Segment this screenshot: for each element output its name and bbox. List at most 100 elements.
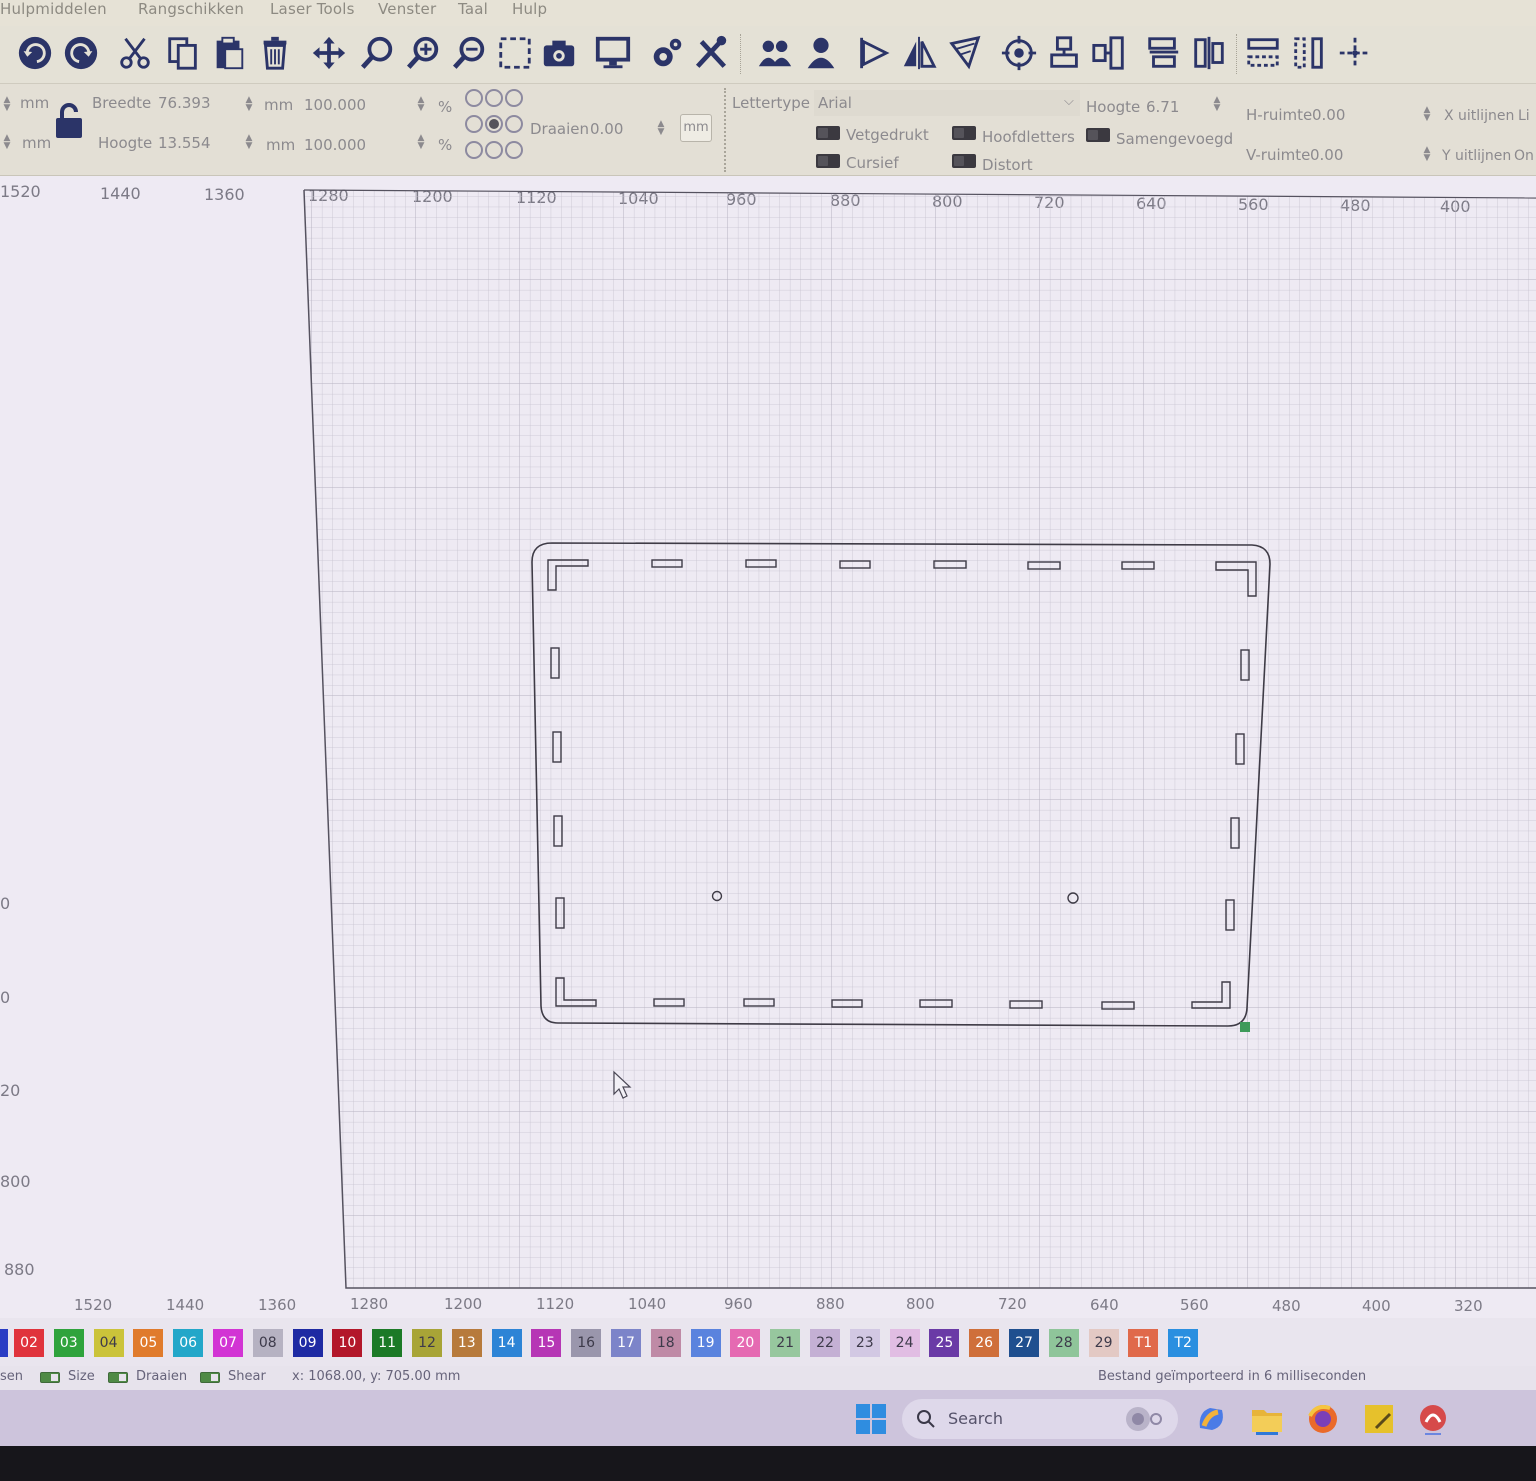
palette-swatch[interactable]: 29 [1088, 1329, 1119, 1357]
spin-arrows-icon[interactable]: ▲ ▼ [1422, 146, 1432, 164]
taskbar-search[interactable]: Search [902, 1399, 1178, 1439]
redo-icon[interactable] [60, 30, 102, 76]
align-center-icon[interactable] [1044, 30, 1086, 76]
spin-arrows-icon[interactable]: ▲ ▼ [416, 134, 426, 152]
palette-swatch[interactable]: 03 [53, 1329, 84, 1357]
shear-toggle[interactable] [200, 1372, 220, 1383]
palette-swatch[interactable]: 28 [1048, 1329, 1079, 1357]
selection-handle[interactable] [1240, 1022, 1250, 1032]
cut-icon[interactable] [114, 30, 156, 76]
menu-hulp[interactable]: Hulp [512, 0, 547, 18]
palette-swatch[interactable]: 06 [173, 1329, 204, 1357]
font-select[interactable]: Arial [814, 90, 1080, 116]
palette-swatch[interactable]: 04 [93, 1329, 124, 1357]
align-middle-icon[interactable] [1188, 30, 1230, 76]
select-frame-icon[interactable] [494, 30, 536, 76]
camera-icon[interactable] [538, 30, 580, 76]
unit-toggle-button[interactable]: mm [680, 114, 712, 142]
lock-icon[interactable] [54, 102, 84, 140]
undo-icon[interactable] [14, 30, 56, 76]
copilot-icon[interactable] [1194, 1402, 1228, 1436]
palette-swatch[interactable]: 27 [1009, 1329, 1039, 1357]
ungroup-icon[interactable] [800, 30, 842, 76]
distort-checkbox[interactable] [952, 154, 976, 168]
palette-swatch[interactable]: 20 [730, 1329, 761, 1357]
palette-swatch[interactable]: 17 [611, 1329, 641, 1357]
sticky-notes-icon[interactable] [1362, 1402, 1396, 1436]
menu-hulpmiddelen[interactable]: Hulpmiddelen [0, 0, 107, 18]
copy-icon[interactable] [162, 30, 204, 76]
italic-checkbox[interactable] [816, 154, 840, 168]
palette-swatch[interactable]: 11 [372, 1329, 403, 1357]
welded-checkbox[interactable] [1086, 128, 1110, 142]
group-icon[interactable] [754, 30, 796, 76]
spin-arrows-icon[interactable]: ▲ ▼ [656, 120, 666, 138]
menu-laser-tools[interactable]: Laser Tools [270, 0, 355, 18]
distribute-vertical-icon[interactable] [1288, 30, 1330, 76]
rotate-value[interactable]: 0.00 [590, 120, 623, 138]
move-icon[interactable] [308, 30, 350, 76]
spin-arrows-icon[interactable]: ▲ ▼ [416, 96, 426, 114]
palette-swatch[interactable]: T2 [1168, 1329, 1199, 1357]
zoom-in-icon[interactable] [402, 30, 444, 76]
firefox-icon[interactable] [1306, 1402, 1340, 1436]
palette-swatch[interactable]: 18 [650, 1329, 681, 1357]
palette-swatch[interactable]: 22 [810, 1329, 840, 1357]
y-align-value[interactable]: On [1514, 148, 1534, 164]
scale-width-value[interactable]: 100.000 [304, 96, 366, 114]
delete-icon[interactable] [254, 30, 296, 76]
palette-swatch[interactable]: 08 [252, 1329, 283, 1357]
menu-rangschikken[interactable]: Rangschikken [138, 0, 244, 18]
palette-swatch[interactable]: 15 [531, 1329, 562, 1357]
menu-venster[interactable]: Venster [378, 0, 436, 18]
palette-swatch[interactable]: 12 [412, 1329, 442, 1357]
windows-start-icon[interactable] [854, 1402, 888, 1436]
spin-arrows-icon[interactable]: ▲ ▼ [2, 96, 12, 114]
uppercase-checkbox[interactable] [952, 126, 976, 140]
size-toggle[interactable] [40, 1372, 60, 1383]
palette-swatch[interactable]: 16 [571, 1329, 602, 1357]
origin-icon[interactable] [1334, 30, 1376, 76]
palette-swatch[interactable]: 13 [451, 1329, 482, 1357]
palette-swatch[interactable]: 19 [690, 1329, 721, 1357]
settings-icon[interactable] [646, 30, 688, 76]
bold-checkbox[interactable] [816, 126, 840, 140]
anchor-grid-icon[interactable] [464, 88, 524, 160]
spin-arrows-icon[interactable]: ▲ ▼ [244, 134, 254, 152]
distribute-icon[interactable] [1088, 30, 1130, 76]
v-space-value[interactable]: 0.00 [1310, 146, 1343, 164]
palette-swatch[interactable]: 23 [849, 1329, 880, 1357]
palette-swatch[interactable]: 02 [14, 1329, 44, 1357]
zoom-icon[interactable] [356, 30, 398, 76]
x-align-value[interactable]: Li [1518, 108, 1530, 124]
palette-swatch[interactable]: T1 [1128, 1329, 1159, 1357]
palette-swatch[interactable]: 26 [969, 1329, 1000, 1357]
chevron-down-icon[interactable]: ⌵ [1064, 94, 1074, 109]
lightburn-app-icon[interactable] [1416, 1402, 1450, 1436]
palette-swatch[interactable]: 10 [332, 1329, 363, 1357]
transform-icon[interactable] [944, 30, 986, 76]
file-explorer-icon[interactable] [1250, 1402, 1284, 1436]
palette-swatch[interactable]: 05 [133, 1329, 164, 1357]
zoom-out-icon[interactable] [448, 30, 490, 76]
spin-arrows-icon[interactable]: ▲ ▼ [1422, 106, 1432, 124]
palette-swatch[interactable]: 24 [889, 1329, 920, 1357]
width-value[interactable]: 76.393 [158, 94, 211, 112]
monitor-icon[interactable] [592, 30, 634, 76]
spin-arrows-icon[interactable]: ▲ ▼ [2, 134, 12, 152]
h-space-value[interactable]: 0.00 [1312, 106, 1345, 124]
palette-swatch[interactable]: 07 [213, 1329, 243, 1357]
work-area[interactable]: 1520 1440 1360 1280 1200 1120 1040 960 8… [0, 176, 1536, 1318]
design-canvas[interactable] [0, 176, 1536, 1318]
palette-swatch-partial[interactable] [0, 1329, 8, 1357]
paste-icon[interactable] [208, 30, 250, 76]
rotate-toggle[interactable] [108, 1372, 128, 1383]
align-icon[interactable] [852, 30, 894, 76]
align-vertical-icon[interactable] [1142, 30, 1184, 76]
mirror-icon[interactable] [898, 30, 940, 76]
target-icon[interactable] [998, 30, 1040, 76]
palette-swatch[interactable]: 25 [929, 1329, 960, 1357]
palette-swatch[interactable]: 09 [292, 1329, 323, 1357]
height-value[interactable]: 13.554 [158, 134, 211, 152]
text-height-value[interactable]: 6.71 [1146, 98, 1179, 116]
